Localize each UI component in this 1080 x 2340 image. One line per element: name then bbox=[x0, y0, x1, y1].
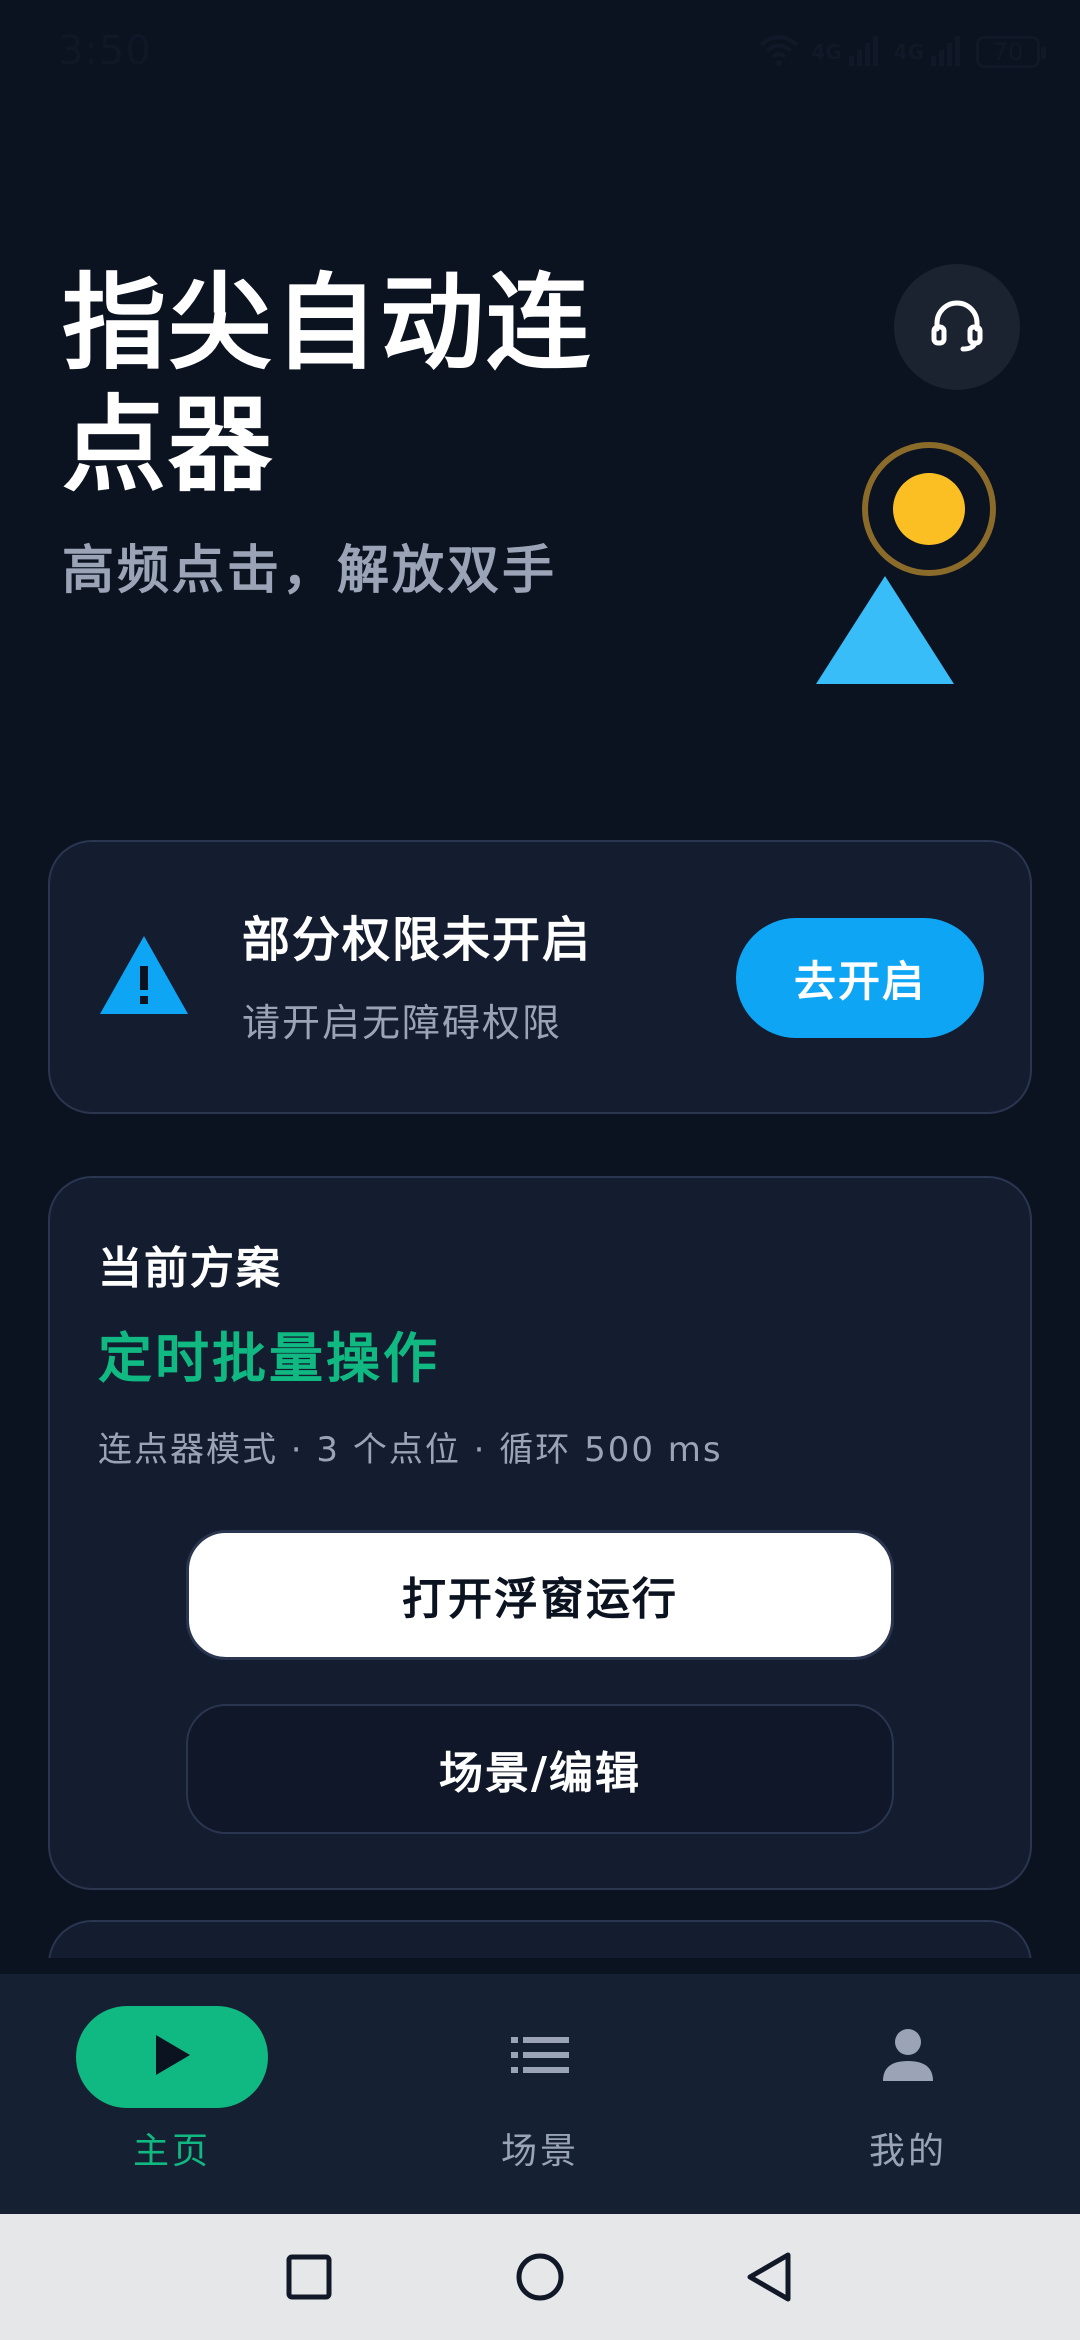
wifi-icon bbox=[759, 33, 799, 71]
status-icons: 4G 4G 70 bbox=[759, 30, 1046, 74]
warning-icon bbox=[98, 934, 190, 1020]
page-title: 指尖自动连点器 bbox=[62, 262, 593, 506]
nav-item-home[interactable]: 主页 bbox=[52, 2006, 292, 2174]
battery-level: 70 bbox=[992, 38, 1024, 66]
recent-apps-button[interactable] bbox=[276, 2244, 342, 2310]
permission-title: 部分权限未开启 bbox=[242, 912, 593, 968]
scene-edit-button[interactable]: 场景/编辑 bbox=[186, 1704, 894, 1834]
network-type-1: 4G bbox=[811, 40, 842, 64]
decorative-target-icon bbox=[862, 442, 996, 576]
nav-label-scenes: 场景 bbox=[500, 2131, 579, 2172]
nav-label-profile: 我的 bbox=[868, 2131, 947, 2172]
person-icon bbox=[881, 2027, 935, 2087]
customer-support-button[interactable] bbox=[894, 264, 1020, 390]
nav-label-home: 主页 bbox=[132, 2131, 211, 2172]
signal-icon bbox=[930, 34, 964, 70]
home-button[interactable] bbox=[507, 2244, 573, 2310]
open-floating-window-button[interactable]: 打开浮窗运行 bbox=[186, 1530, 894, 1660]
back-button[interactable] bbox=[736, 2244, 802, 2310]
battery-icon: 70 bbox=[976, 36, 1046, 68]
nav-item-scenes[interactable]: 场景 bbox=[420, 2006, 660, 2174]
decorative-triangle-icon bbox=[814, 574, 956, 690]
plan-name: 定时批量操作 bbox=[98, 1327, 440, 1390]
enable-permission-button[interactable]: 去开启 bbox=[736, 918, 984, 1038]
network-type-2: 4G bbox=[893, 40, 924, 64]
plan-meta: 连点器模式 · 3 个点位 · 循环 500 ms bbox=[98, 1430, 723, 1470]
play-icon bbox=[152, 2033, 192, 2081]
decorative-dot bbox=[893, 473, 965, 545]
list-icon bbox=[511, 2035, 569, 2079]
headset-icon bbox=[927, 295, 987, 359]
current-plan-label: 当前方案 bbox=[98, 1243, 282, 1294]
nav-active-indicator bbox=[76, 2006, 268, 2108]
nav-item-profile[interactable]: 我的 bbox=[788, 2006, 1028, 2174]
status-time: 3:50 bbox=[58, 28, 152, 74]
page-subtitle: 高频点击，解放双手 bbox=[62, 541, 558, 601]
signal-icon bbox=[848, 34, 882, 70]
permission-description: 请开启无障碍权限 bbox=[242, 1001, 563, 1045]
